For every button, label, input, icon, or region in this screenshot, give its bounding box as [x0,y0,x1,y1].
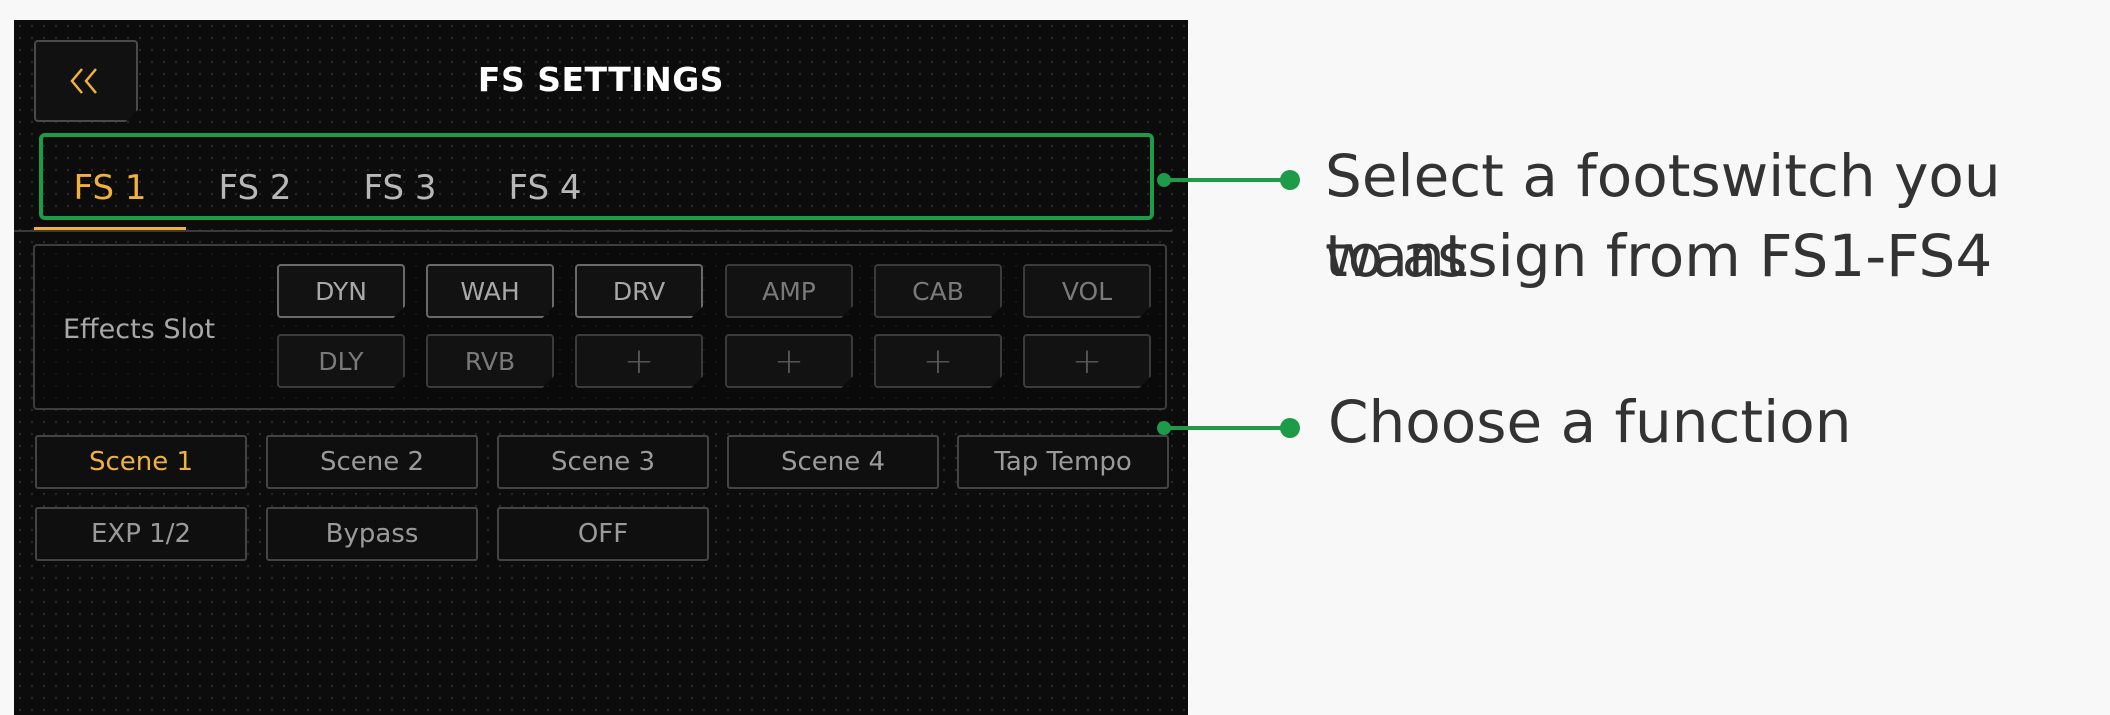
tab-fs-4[interactable]: FS 4 [490,168,600,228]
tab-fs-3[interactable]: FS 3 [345,168,455,228]
callout-text-footswitch-line2: to assign from FS1-FS4 [1325,222,1993,290]
callout-dot-tabs [1280,170,1300,190]
function-scene-1[interactable]: Scene 1 [35,435,247,489]
slot-vol[interactable]: VOL [1023,264,1151,318]
slot-wah[interactable]: WAH [426,264,554,318]
function-tap-tempo[interactable]: Tap Tempo [957,435,1169,489]
slot-cab[interactable]: CAB [874,264,1002,318]
slot-add-2[interactable]: + [725,334,853,388]
function-scene-2[interactable]: Scene 2 [266,435,478,489]
active-tab-underline [34,227,186,230]
function-bypass[interactable]: Bypass [266,507,478,561]
fs-settings-screen: FS SETTINGS FS 1 FS 2 FS 3 FS 4 Effects … [14,20,1188,715]
slot-add-3[interactable]: + [874,334,1002,388]
callout-text-function: Choose a function [1328,388,1852,456]
footswitch-tabs: FS 1 FS 2 FS 3 FS 4 [14,138,1172,232]
slot-dyn[interactable]: DYN [277,264,405,318]
tab-fs-1[interactable]: FS 1 [55,168,165,228]
tab-fs-2[interactable]: FS 2 [200,168,310,228]
function-scene-3[interactable]: Scene 3 [497,435,709,489]
effects-slot-label: Effects Slot [63,314,216,345]
slot-add-1[interactable]: + [575,334,703,388]
page-title: FS SETTINGS [477,60,725,99]
callout-line-function [1164,426,1290,430]
slot-add-4[interactable]: + [1023,334,1151,388]
function-exp-1-2[interactable]: EXP 1/2 [35,507,247,561]
slot-dly[interactable]: DLY [277,334,405,388]
callout-line-tabs [1164,178,1290,182]
function-scene-4[interactable]: Scene 4 [727,435,939,489]
slot-drv[interactable]: DRV [575,264,703,318]
slot-rvb[interactable]: RVB [426,334,554,388]
callout-dot-function [1280,418,1300,438]
effects-slot-panel: Effects Slot DYN WAH DRV AMP CAB VOL DLY… [33,244,1167,410]
function-off[interactable]: OFF [497,507,709,561]
slot-amp[interactable]: AMP [725,264,853,318]
